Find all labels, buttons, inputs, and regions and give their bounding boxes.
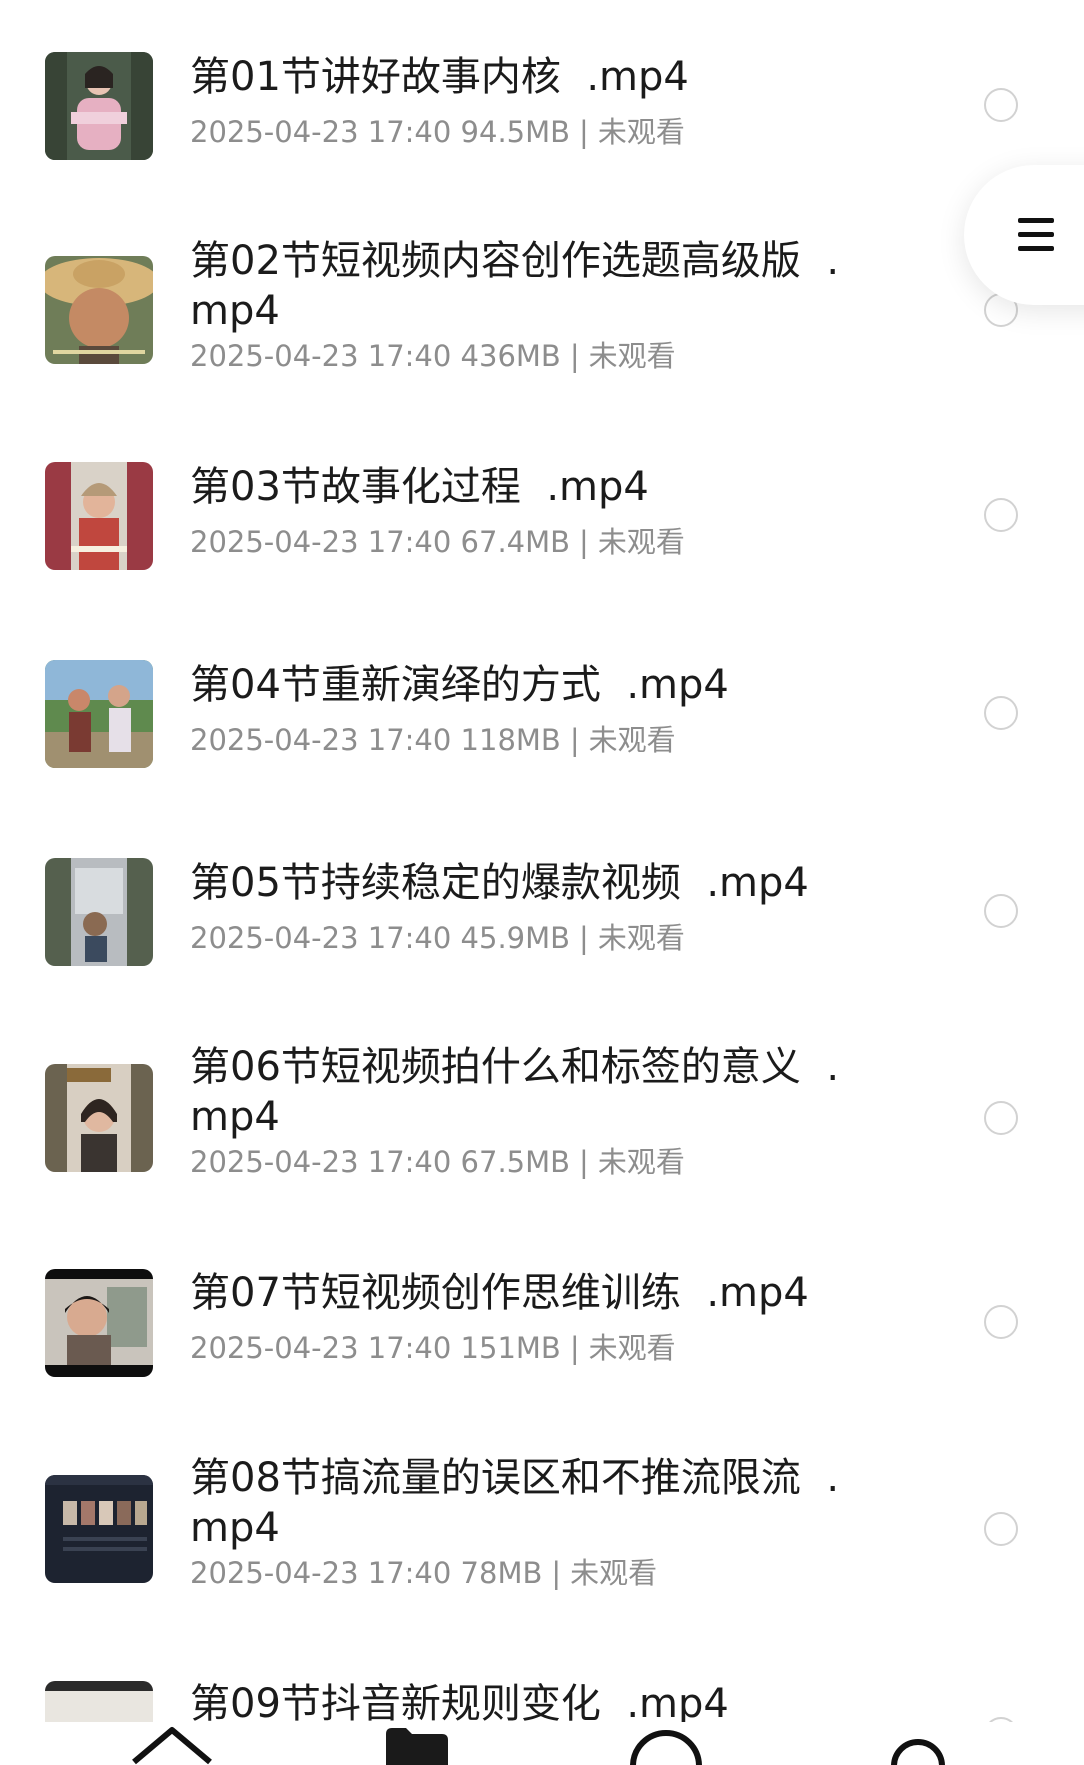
video-thumbnail (45, 462, 153, 570)
home-icon[interactable] (128, 1722, 216, 1765)
radio-circle-icon[interactable] (984, 1101, 1018, 1135)
file-title: 第03节故事化过程 .mp4 (190, 464, 649, 510)
list-item[interactable]: 第04节重新演绎的方式 .mp4 2025-04-23 17:40 118MB |… (0, 660, 1084, 780)
video-thumbnail (45, 660, 153, 768)
video-thumbnail (45, 858, 153, 966)
list-item[interactable]: 第08节搞流量的误区和不推流限流 . mp4 2025-04-23 17:40 … (0, 1453, 1084, 1593)
meta-separator: | (569, 1331, 580, 1365)
file-title: 第09节抖音新规则变化 .mp4 (190, 1681, 729, 1722)
radio-circle-icon[interactable] (984, 696, 1018, 730)
meta-separator: | (551, 1556, 562, 1590)
file-title: 第02节短视频内容创作选题高级版 . mp4 (190, 238, 840, 334)
file-size: 94.5MB (460, 115, 571, 149)
video-thumbnail (45, 1269, 153, 1377)
file-title: 第08节搞流量的误区和不推流限流 . mp4 (190, 1455, 840, 1551)
file-title: 第01节讲好故事内核 .mp4 (190, 54, 689, 100)
video-thumbnail (45, 1064, 153, 1172)
list-item[interactable]: 第03节故事化过程 .mp4 2025-04-23 17:40 67.4MB | 未… (0, 462, 1084, 582)
file-size: 78MB (460, 1556, 543, 1590)
list-item[interactable]: 第06节短视频拍什么和标签的意义 . mp4 2025-04-23 17:40 … (0, 1042, 1084, 1182)
video-thumbnail (45, 256, 153, 364)
file-title: 第06节短视频拍什么和标签的意义 . mp4 (190, 1044, 840, 1140)
file-meta: 2025-04-23 17:40 67.5MB | 未观看 (190, 1144, 685, 1180)
list-item[interactable]: 第09节抖音新规则变化 .mp4 (0, 1679, 1084, 1722)
file-date: 2025-04-23 17:40 (190, 1556, 452, 1590)
watch-status: 未观看 (570, 1556, 658, 1590)
watch-status: 未观看 (597, 115, 685, 149)
list-item[interactable]: 第02节短视频内容创作选题高级版 . mp4 2025-04-23 17:40 … (0, 236, 1084, 376)
meta-separator: | (579, 115, 589, 149)
bottom-nav (0, 1722, 1084, 1765)
file-meta: 2025-04-23 17:40 436MB | 未观看 (190, 338, 676, 374)
file-title: 第04节重新演绎的方式 .mp4 (190, 662, 729, 708)
file-title: 第07节短视频创作思维训练 .mp4 (190, 1270, 809, 1316)
file-date: 2025-04-23 17:40 (190, 921, 452, 955)
video-thumbnail (45, 1475, 153, 1583)
radio-circle-icon[interactable] (984, 88, 1018, 122)
watch-status: 未观看 (588, 723, 676, 757)
file-date: 2025-04-23 17:40 (190, 339, 452, 373)
file-title: 第05节持续稳定的爆款视频 .mp4 (190, 860, 809, 906)
meta-separator: | (579, 1145, 589, 1179)
file-date: 2025-04-23 17:40 (190, 1145, 452, 1179)
file-size: 45.9MB (460, 921, 571, 955)
file-date: 2025-04-23 17:40 (190, 525, 452, 559)
file-date: 2025-04-23 17:40 (190, 723, 452, 757)
file-date: 2025-04-23 17:40 (190, 115, 452, 149)
list-item[interactable]: 第07节短视频创作思维训练 .mp4 2025-04-23 17:40 151M… (0, 1268, 1084, 1388)
file-size: 436MB (460, 339, 561, 373)
meta-separator: | (579, 525, 589, 559)
watch-status: 未观看 (588, 339, 676, 373)
file-meta: 2025-04-23 17:40 45.9MB | 未观看 (190, 920, 685, 956)
watch-status: 未观看 (597, 1145, 685, 1179)
file-size: 67.4MB (460, 525, 571, 559)
meta-separator: | (569, 723, 580, 757)
file-meta: 2025-04-23 17:40 151MB | 未观看 (190, 1330, 676, 1366)
file-size: 151MB (460, 1331, 561, 1365)
list-item[interactable]: 第01节讲好故事内核 .mp4 2025-04-23 17:40 94.5MB |… (0, 52, 1084, 172)
circle-icon[interactable] (628, 1722, 704, 1765)
radio-circle-icon[interactable] (984, 1305, 1018, 1339)
file-meta: 2025-04-23 17:40 78MB | 未观看 (190, 1555, 657, 1591)
video-thumbnail (45, 52, 153, 160)
file-meta: 2025-04-23 17:40 94.5MB | 未观看 (190, 114, 685, 150)
file-size: 118MB (460, 723, 561, 757)
watch-status: 未观看 (588, 1331, 676, 1365)
file-size: 67.5MB (460, 1145, 571, 1179)
watch-status: 未观看 (597, 921, 685, 955)
meta-separator: | (579, 921, 589, 955)
profile-icon[interactable] (888, 1722, 948, 1765)
radio-circle-icon[interactable] (984, 498, 1018, 532)
radio-circle-icon[interactable] (984, 894, 1018, 928)
file-meta: 2025-04-23 17:40 118MB | 未观看 (190, 722, 676, 758)
file-list: 第01节讲好故事内核 .mp4 2025-04-23 17:40 94.5MB |… (0, 0, 1084, 1722)
hamburger-menu-icon (1018, 232, 1054, 237)
meta-separator: | (569, 339, 580, 373)
hamburger-menu-icon (1018, 218, 1054, 223)
radio-circle-icon[interactable] (984, 1512, 1018, 1546)
video-thumbnail (45, 1681, 153, 1722)
file-meta: 2025-04-23 17:40 67.4MB | 未观看 (190, 524, 685, 560)
hamburger-menu-icon (1018, 246, 1054, 251)
file-date: 2025-04-23 17:40 (190, 1331, 452, 1365)
watch-status: 未观看 (597, 525, 685, 559)
list-item[interactable]: 第05节持续稳定的爆款视频 .mp4 2025-04-23 17:40 45.9… (0, 858, 1084, 978)
folder-icon[interactable] (382, 1722, 452, 1765)
